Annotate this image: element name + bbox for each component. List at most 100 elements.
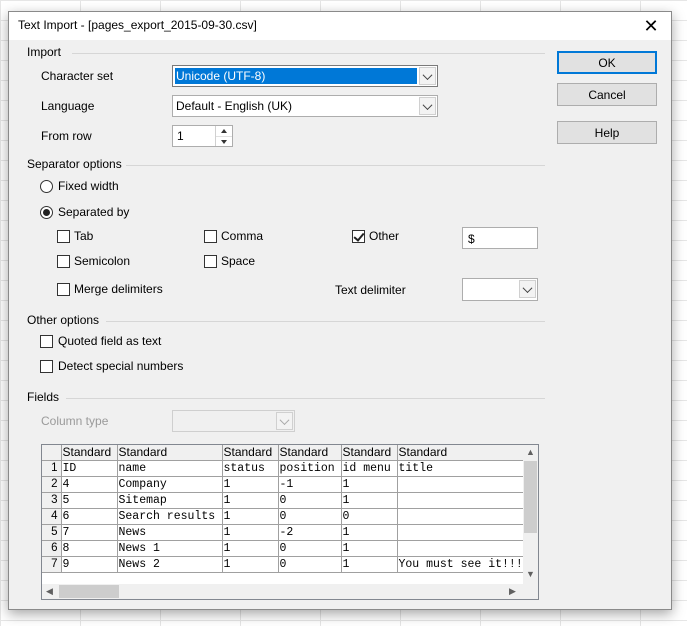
table-cell: 1 xyxy=(222,556,279,573)
separator-section-label: Separator options xyxy=(27,157,122,171)
row-number: 2 xyxy=(42,476,62,493)
scroll-right-icon[interactable]: ▶ xyxy=(509,586,516,597)
merge-delimiters-checkbox[interactable] xyxy=(57,283,70,296)
other-options-section-label: Other options xyxy=(27,313,100,327)
table-cell: 9 xyxy=(61,556,118,573)
language-label: Language xyxy=(41,99,95,113)
separated-by-radio[interactable] xyxy=(40,206,53,219)
title-bar: Text Import - [pages_export_2015-09-30.c… xyxy=(9,12,671,40)
scroll-up-icon[interactable]: ▲ xyxy=(526,447,535,457)
close-icon[interactable]: ✕ xyxy=(631,12,671,40)
table-cell: 0 xyxy=(278,508,342,525)
grid-corner-cell xyxy=(42,445,62,461)
charset-combobox[interactable]: Unicode (UTF-8) xyxy=(172,65,438,87)
table-cell: 1 xyxy=(341,556,398,573)
table-cell: 8 xyxy=(61,540,118,557)
other-separator-input[interactable]: $ xyxy=(462,227,538,249)
table-cell: -1 xyxy=(278,476,342,493)
help-button[interactable]: Help xyxy=(557,121,657,144)
column-header[interactable]: Standard xyxy=(341,445,398,461)
column-header[interactable]: Standard xyxy=(397,445,528,461)
fields-section-line xyxy=(66,398,545,399)
from-row-spinbox[interactable]: 1 xyxy=(172,125,233,147)
table-cell: 1 xyxy=(341,476,398,493)
ok-button[interactable]: OK xyxy=(557,51,657,74)
table-cell: Sitemap xyxy=(117,492,223,509)
table-cell: 1 xyxy=(222,492,279,509)
other-checkbox[interactable] xyxy=(352,230,365,243)
chevron-down-icon[interactable] xyxy=(419,97,436,115)
detect-special-numbers-checkbox[interactable] xyxy=(40,360,53,373)
table-cell: 0 xyxy=(278,540,342,557)
table-cell xyxy=(397,524,528,541)
table-cell xyxy=(397,476,528,493)
table-cell: 0 xyxy=(341,508,398,525)
spin-down-icon[interactable] xyxy=(216,136,232,147)
import-separator xyxy=(72,53,545,54)
separated-by-label[interactable]: Separated by xyxy=(58,205,129,219)
other-label[interactable]: Other xyxy=(369,229,399,243)
merge-delimiters-label[interactable]: Merge delimiters xyxy=(74,282,163,296)
chevron-down-icon[interactable] xyxy=(276,412,293,430)
language-combobox[interactable]: Default - English (UK) xyxy=(172,95,438,117)
from-row-value: 1 xyxy=(177,129,184,143)
chevron-down-icon[interactable] xyxy=(419,67,436,85)
fixed-width-label[interactable]: Fixed width xyxy=(58,179,119,193)
column-header[interactable]: Standard xyxy=(117,445,223,461)
table-cell: 1 xyxy=(341,492,398,509)
language-value: Default - English (UK) xyxy=(176,99,293,113)
tab-checkbox[interactable] xyxy=(57,230,70,243)
comma-checkbox[interactable] xyxy=(204,230,217,243)
column-type-combobox[interactable] xyxy=(172,410,295,432)
horizontal-scrollbar[interactable]: ◀ ▶ xyxy=(42,584,523,599)
semicolon-checkbox[interactable] xyxy=(57,255,70,268)
vertical-scrollbar[interactable]: ▲ ▼ xyxy=(523,445,538,584)
row-number: 7 xyxy=(42,556,62,573)
from-row-label: From row xyxy=(41,129,92,143)
table-cell: 6 xyxy=(61,508,118,525)
scroll-down-icon[interactable]: ▼ xyxy=(526,569,535,579)
comma-label[interactable]: Comma xyxy=(221,229,263,243)
text-delimiter-label: Text delimiter xyxy=(335,283,406,297)
row-number: 1 xyxy=(42,460,62,477)
table-cell: 5 xyxy=(61,492,118,509)
table-cell xyxy=(397,508,528,525)
column-header[interactable]: Standard xyxy=(222,445,279,461)
scroll-corner xyxy=(523,584,538,599)
fields-section-label: Fields xyxy=(27,390,60,404)
space-checkbox[interactable] xyxy=(204,255,217,268)
column-header[interactable]: Standard xyxy=(61,445,118,461)
preview-grid[interactable]: Standard Standard Standard Standard Standard… xyxy=(41,444,539,600)
spin-up-icon[interactable] xyxy=(216,126,232,136)
column-header[interactable]: Standard xyxy=(278,445,342,461)
table-cell: name xyxy=(117,460,223,477)
fixed-width-radio[interactable] xyxy=(40,180,53,193)
table-cell: 1 xyxy=(341,524,398,541)
vertical-scroll-thumb[interactable] xyxy=(524,461,537,533)
row-number: 6 xyxy=(42,540,62,557)
table-cell: -2 xyxy=(278,524,342,541)
table-cell: 1 xyxy=(222,540,279,557)
window-title: Text Import - [pages_export_2015-09-30.c… xyxy=(18,18,257,32)
space-label[interactable]: Space xyxy=(221,254,255,268)
quoted-field-label[interactable]: Quoted field as text xyxy=(58,334,161,348)
table-cell: 4 xyxy=(61,476,118,493)
table-cell: 1 xyxy=(222,524,279,541)
cancel-button[interactable]: Cancel xyxy=(557,83,657,106)
chevron-down-icon[interactable] xyxy=(519,280,536,298)
horizontal-scroll-thumb[interactable] xyxy=(59,585,119,598)
column-type-label: Column type xyxy=(41,414,109,428)
text-delimiter-combobox[interactable] xyxy=(462,278,538,301)
table-cell: id menu xyxy=(341,460,398,477)
table-cell: 7 xyxy=(61,524,118,541)
semicolon-label[interactable]: Semicolon xyxy=(74,254,130,268)
quoted-field-checkbox[interactable] xyxy=(40,335,53,348)
column-type-value xyxy=(175,413,274,429)
detect-special-numbers-label[interactable]: Detect special numbers xyxy=(58,359,183,373)
tab-label[interactable]: Tab xyxy=(74,229,93,243)
table-cell: News xyxy=(117,524,223,541)
preview-table: Standard Standard Standard Standard Standard… xyxy=(42,445,530,573)
scroll-left-icon[interactable]: ◀ xyxy=(46,586,53,597)
table-cell: 1 xyxy=(222,508,279,525)
table-cell: 1 xyxy=(222,476,279,493)
